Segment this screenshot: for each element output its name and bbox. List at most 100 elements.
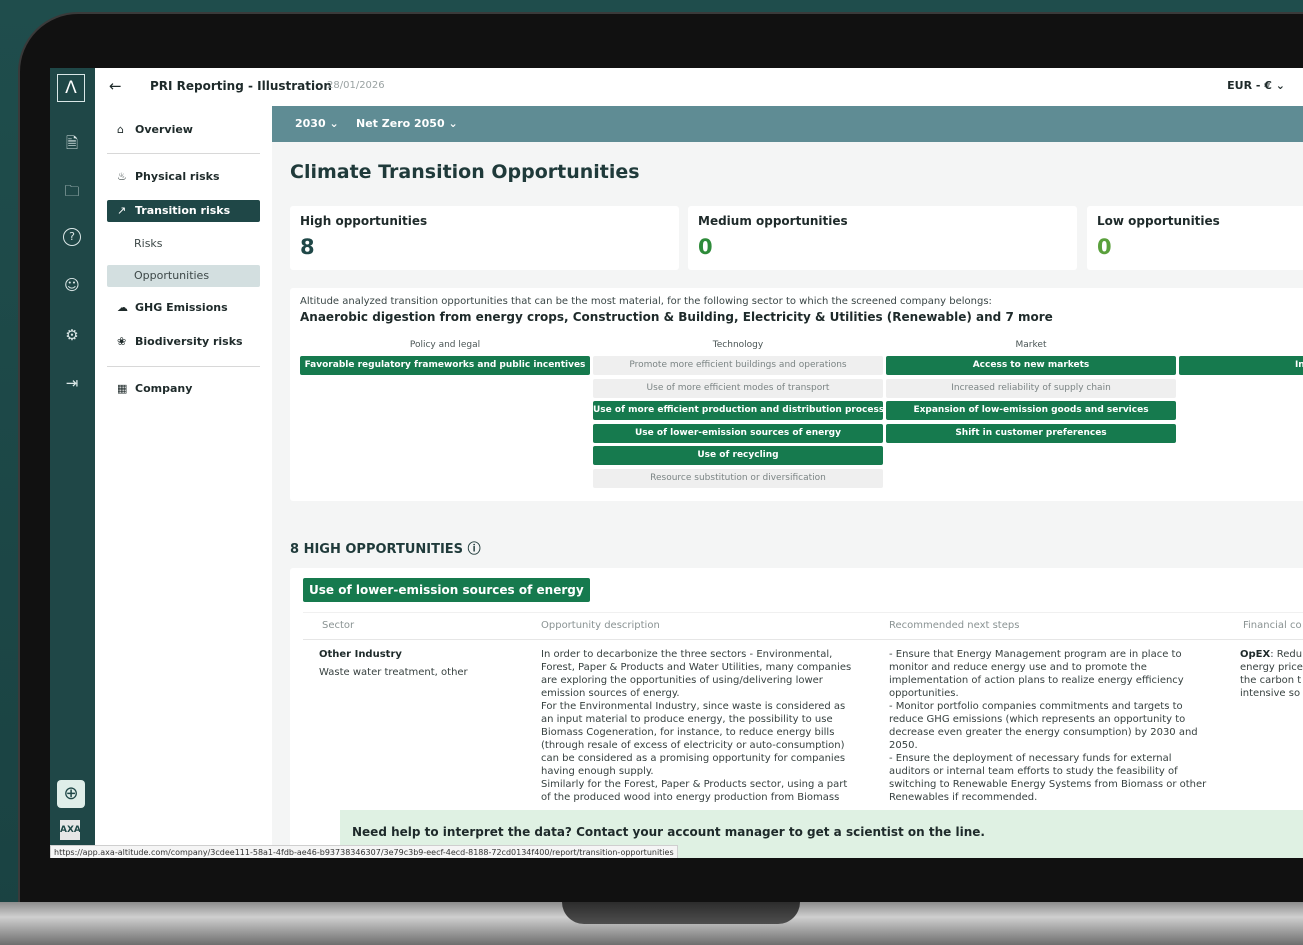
opportunity-chip[interactable]: Access to new markets <box>886 356 1176 375</box>
opportunity-chip[interactable]: Favorable regulatory frameworks and publ… <box>300 356 590 375</box>
text-line: opportunities. <box>889 688 959 699</box>
avatar[interactable]: AXA <box>60 820 81 840</box>
status-url: https://app.axa-altitude.com/company/3cd… <box>50 845 678 858</box>
sidebar-item-label: Overview <box>135 123 193 136</box>
next-steps-cell: - Ensure that Energy Management program … <box>889 648 1234 804</box>
column-heading: Technology <box>712 340 764 350</box>
text-line: Renewables if recommended. <box>889 792 1038 803</box>
text-line: reduce GHG emissions (which represents a… <box>889 714 1186 725</box>
flower-icon: ❀ <box>117 335 127 348</box>
sidebar-item-label: GHG Emissions <box>135 301 228 314</box>
building-icon: ▦ <box>117 382 128 395</box>
text-line: of the produced wood into energy product… <box>541 792 840 803</box>
text-line: 2050. <box>889 740 918 751</box>
opportunity-chip[interactable]: Use of more efficient production and dis… <box>593 401 883 420</box>
report-date: 28/01/2026 <box>327 80 385 91</box>
sidebar-item-company[interactable]: ▦ Company <box>107 378 260 400</box>
kpi-medium: Medium opportunities 0 <box>688 206 1077 270</box>
column-header: Recommended next steps <box>889 620 1020 631</box>
opportunity-chip[interactable]: Use of recycling <box>593 446 883 465</box>
kpi-label: Low opportunities <box>1097 214 1220 228</box>
text-line: - Ensure the deployment of necessary fun… <box>889 753 1172 764</box>
text-line: having enough supply. <box>541 766 654 777</box>
text-line: - Ensure that Energy Management program … <box>889 649 1182 660</box>
text-line: For the Environmental Industry, since wa… <box>541 701 846 712</box>
text-line: an input material to produce energy, the… <box>541 714 833 725</box>
table-header: Sector Opportunity description Recommend… <box>303 612 1303 640</box>
high-opportunities-heading: 8 HIGH OPPORTUNITIES ⓘ <box>290 542 481 557</box>
report-search-icon[interactable]: 🗎 <box>61 132 83 154</box>
laptop-notch <box>562 902 800 924</box>
scenario-select[interactable]: Net Zero 2050 ⌄ <box>356 117 458 130</box>
opportunity-column: R Increased s <box>1179 340 1303 379</box>
sidebar-item-label: Transition risks <box>135 204 231 217</box>
text-line: are exploring the opportunities of using… <box>541 675 823 686</box>
sidebar-item-ghg-emissions[interactable]: ☁ GHG Emissions <box>107 297 260 319</box>
text-line: Forest, Paper & Products and Water Utili… <box>541 662 852 673</box>
back-arrow-icon[interactable]: ← <box>109 77 122 95</box>
icon-rail: Λ 🗎 🗀 ? ☺ ⚙ ⇥ ⊕ AXA <box>50 68 95 858</box>
sector-list[interactable]: Anaerobic digestion from energy crops, C… <box>300 310 1053 324</box>
home-icon: ⌂ <box>117 123 124 136</box>
help-banner-text[interactable]: Need help to interpret the data? Contact… <box>352 825 985 839</box>
sidebar-item-opportunities[interactable]: Opportunities <box>107 265 260 287</box>
folder-icon[interactable]: 🗀 <box>61 180 83 202</box>
help-circle-icon[interactable]: ? <box>63 228 81 246</box>
column-header: Opportunity description <box>541 620 660 631</box>
column-heading: R <box>1179 340 1303 352</box>
column-heading: Policy and legal <box>409 340 481 350</box>
top-bar: ← PRI Reporting - Illustration 28/01/202… <box>95 68 1303 107</box>
kpi-label: Medium opportunities <box>698 214 848 228</box>
analysis-intro: Altitude analyzed transition opportuniti… <box>300 296 992 307</box>
analysis-panel: Altitude analyzed transition opportuniti… <box>290 288 1303 501</box>
opportunity-chip[interactable]: Increased reliability of supply chain <box>886 378 1176 398</box>
sector-name: Other Industry <box>319 649 402 660</box>
text-line: switching to Renewable Energy Systems fr… <box>889 779 1207 790</box>
opportunity-badge: Use of lower-emission sources of energy <box>303 578 590 602</box>
sidebar-item-label: Physical risks <box>135 170 220 183</box>
sidebar-item-physical-risks[interactable]: ♨ Physical risks <box>107 166 260 188</box>
sidebar-item-risks[interactable]: Risks <box>107 233 260 255</box>
opportunity-chip[interactable]: Increased s <box>1179 356 1303 375</box>
sidebar-item-overview[interactable]: ⌂ Overview <box>107 119 260 141</box>
divider <box>107 366 260 367</box>
cloud-icon: ☁ <box>117 301 128 314</box>
text-line: - Monitor portfolio companies commitment… <box>889 701 1183 712</box>
opportunity-chip[interactable]: Use of more efficient modes of transport <box>593 378 883 398</box>
text-line: emission sources of energy. <box>541 688 680 699</box>
financial-line: : Redu <box>1270 649 1303 660</box>
sidebar-item-biodiversity-risks[interactable]: ❀ Biodiversity risks <box>107 331 260 353</box>
settings-icon[interactable]: ⚙ <box>61 324 83 346</box>
logo-icon[interactable]: Λ <box>57 74 85 102</box>
kpi-value: 0 <box>1097 235 1112 259</box>
plus-icon[interactable]: ⊕ <box>57 780 85 808</box>
financial-label: OpEX <box>1240 649 1271 660</box>
opportunity-chip[interactable]: Resource substitution or diversification <box>593 468 883 488</box>
description-cell: In order to decarbonize the three sector… <box>541 648 881 804</box>
financial-line: the carbon t <box>1240 675 1302 686</box>
text-line: can be considered as a promising opportu… <box>541 753 846 764</box>
opportunity-chip[interactable]: Promote more efficient buildings and ope… <box>593 356 883 375</box>
column-header: Sector <box>322 620 355 631</box>
sidebar-item-label: Biodiversity risks <box>135 335 243 348</box>
section-heading: Climate Transition Opportunities <box>290 161 640 183</box>
text-line: (through resale of excess of electricity… <box>541 740 845 751</box>
opportunity-chip[interactable]: Expansion of low-emission goods and serv… <box>886 401 1176 420</box>
year-select[interactable]: 2030 ⌄ <box>295 117 339 130</box>
currency-select[interactable]: EUR - € ⌄ <box>1227 79 1285 92</box>
opportunity-chip[interactable]: Shift in customer preferences <box>886 423 1176 443</box>
flame-icon: ♨ <box>117 170 127 183</box>
filter-bar: 2030 ⌄ Net Zero 2050 ⌄ <box>272 106 1303 142</box>
text-line: Similarly for the Forest, Paper & Produc… <box>541 779 848 790</box>
logout-icon[interactable]: ⇥ <box>61 372 83 394</box>
user-circle-icon[interactable]: ☺ <box>61 274 83 296</box>
text-line: auditors or internal team efforts to stu… <box>889 766 1178 777</box>
opportunity-column: Technology Promote more efficient buildin… <box>593 340 883 491</box>
column-heading: Market <box>1015 340 1047 350</box>
text-line: decrease even greater the energy consump… <box>889 727 1198 738</box>
opportunity-chip[interactable]: Use of lower-emission sources of energy <box>593 423 883 443</box>
page-title: PRI Reporting - Illustration <box>150 79 332 93</box>
sidebar-item-transition-risks[interactable]: ↗ Transition risks <box>107 200 260 222</box>
text-line: Biomass Cogeneration, for instance, to r… <box>541 727 835 738</box>
main-content: 2030 ⌄ Net Zero 2050 ⌄ Climate Transitio… <box>272 106 1303 858</box>
